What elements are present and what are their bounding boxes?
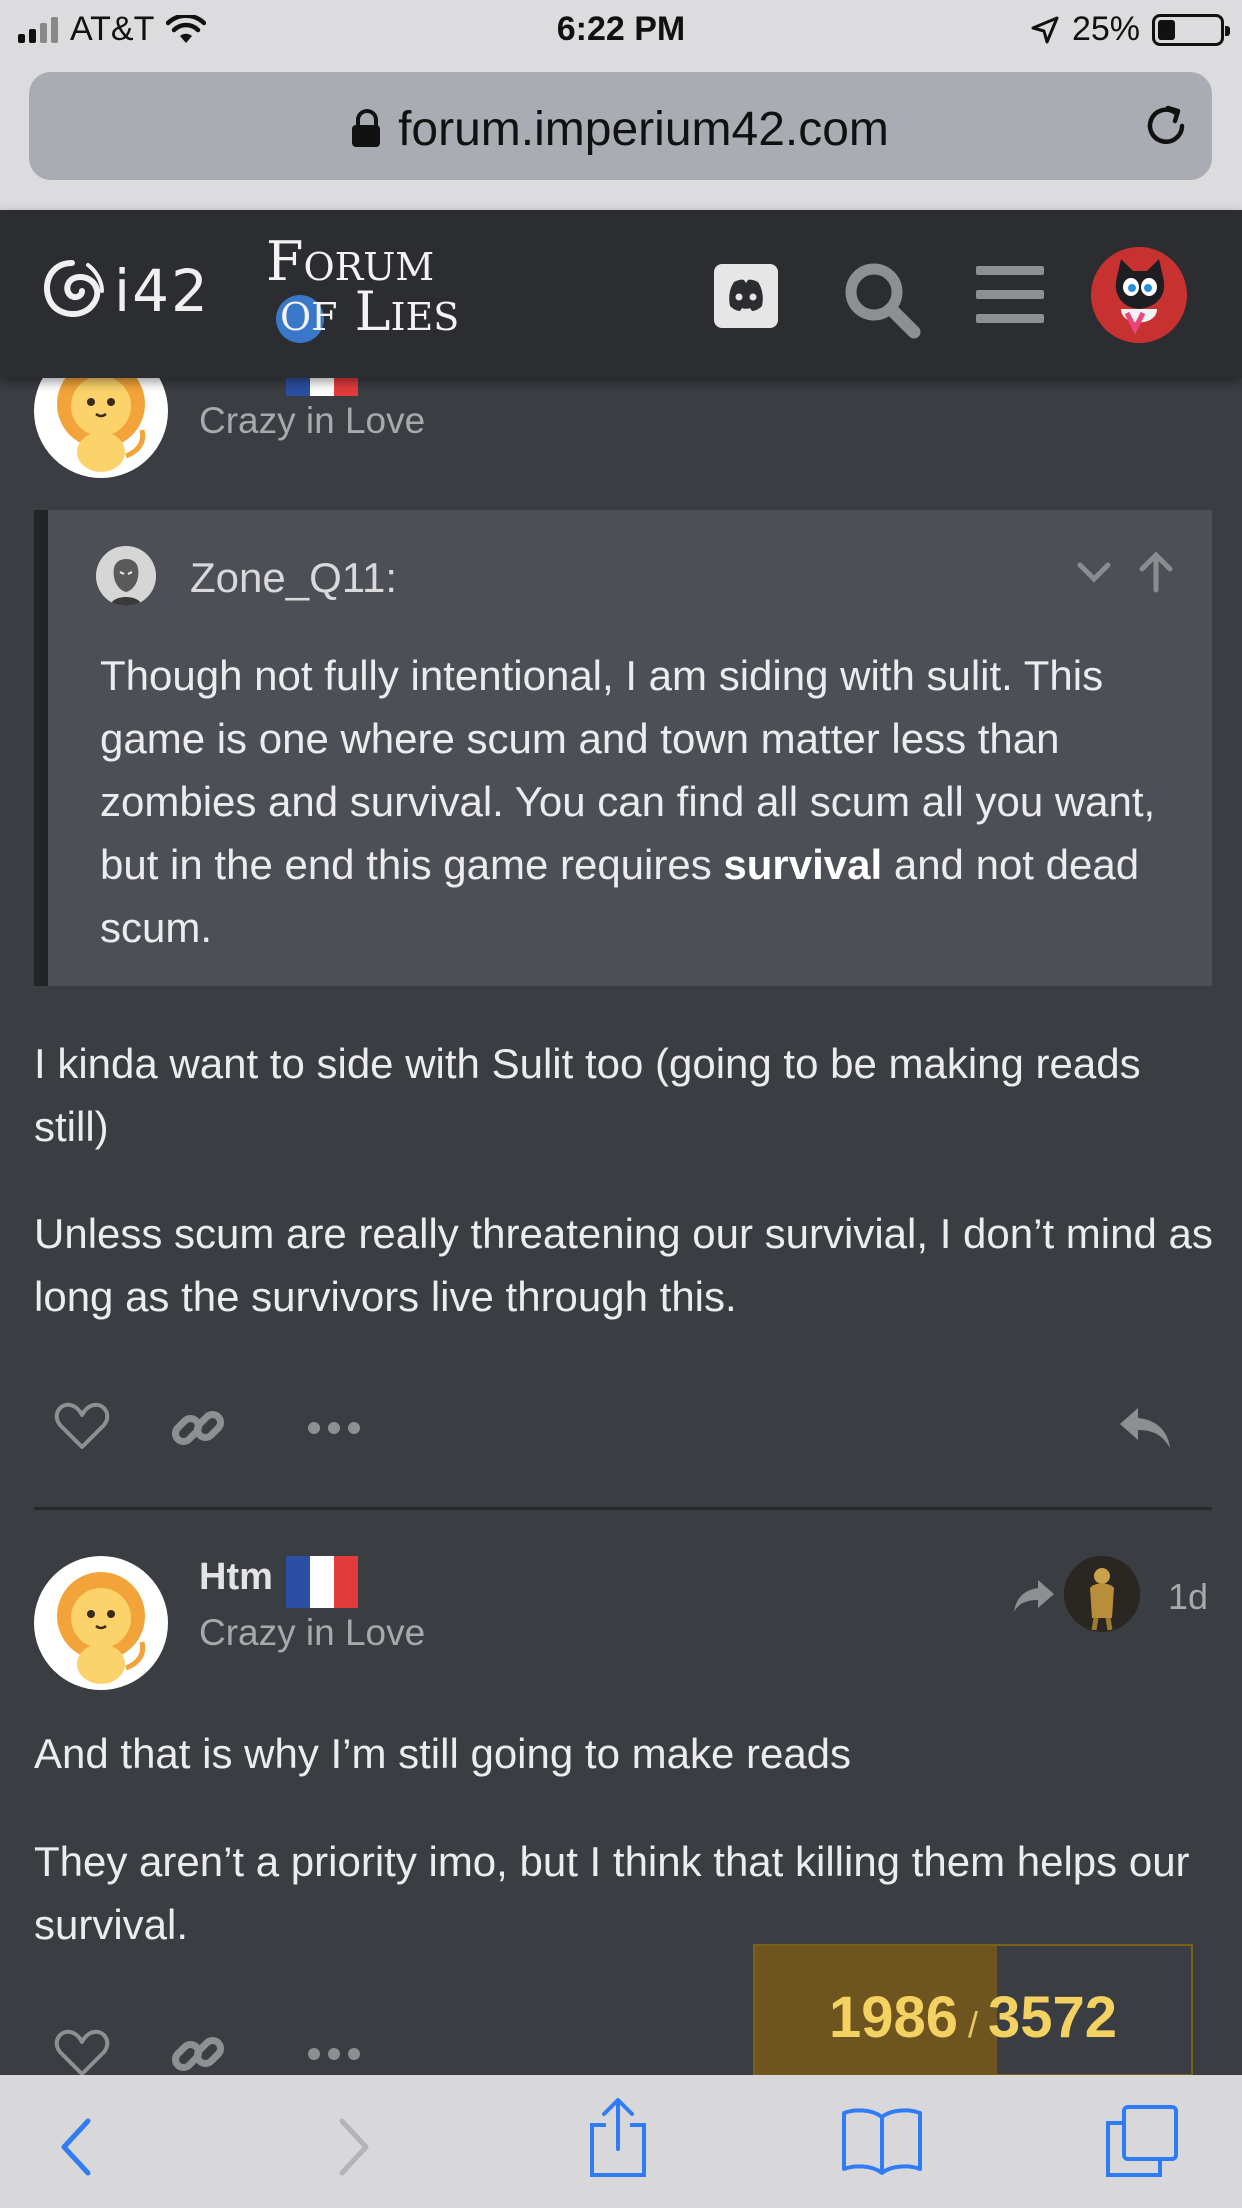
- like-heart-icon[interactable]: [54, 1401, 110, 1451]
- username[interactable]: Htm: [199, 1556, 273, 1599]
- reply-to-avatar[interactable]: [1064, 1556, 1140, 1632]
- quote-text: Though not fully intentional, I am sidin…: [100, 652, 1156, 951]
- post-paragraph: Unless scum are really threatening our s…: [34, 1210, 1213, 1320]
- sketch-avatar-icon: [96, 546, 156, 606]
- topic-progress[interactable]: 1986/3572: [753, 1944, 1193, 2076]
- reload-icon[interactable]: [1142, 102, 1190, 150]
- chevron-down-icon[interactable]: [1072, 550, 1116, 594]
- like-heart-icon[interactable]: [54, 2028, 110, 2078]
- arrow-up-icon[interactable]: [1134, 550, 1178, 594]
- post-paragraph: And that is why I’m still going to make …: [34, 1730, 852, 1777]
- progress-current: 1986: [828, 1985, 958, 2050]
- quote-block: Zone_Q11: Though not fully intentional, …: [34, 510, 1212, 986]
- swirl-logo-icon: [43, 260, 104, 317]
- address-bar[interactable]: forum.imperium42.com: [29, 72, 1212, 180]
- more-options-icon[interactable]: [306, 2044, 362, 2064]
- battery-percent: 25%: [1071, 10, 1140, 48]
- location-arrow-icon: [1031, 16, 1059, 43]
- user-title: Crazy in Love: [199, 400, 426, 441]
- post-paragraph: I kinda want to side with Sulit too (goi…: [34, 1040, 1141, 1150]
- reply-to-arrow-icon[interactable]: [1012, 1576, 1056, 1614]
- status-bar: AT&T 6:22 PM 25%: [0, 0, 1242, 62]
- progress-total: 3572: [988, 1985, 1118, 2050]
- post-paragraph: They aren’t a priority imo, but I think …: [34, 1838, 1190, 1948]
- share-icon[interactable]: [586, 2097, 650, 2179]
- reply-icon[interactable]: [1116, 1404, 1174, 1452]
- forward-icon[interactable]: [334, 2115, 374, 2179]
- more-options-icon[interactable]: [306, 1418, 362, 1438]
- search-icon[interactable]: [840, 258, 924, 342]
- user-avatar[interactable]: [1091, 247, 1187, 343]
- lion-avatar-icon: [57, 1572, 146, 1684]
- url-text: forum.imperium42.com: [398, 103, 889, 156]
- cat-avatar-icon: [1091, 247, 1187, 343]
- progress-separator: /: [967, 2004, 978, 2045]
- browser-toolbar: [0, 2075, 1242, 2208]
- browser-address-area: forum.imperium42.com: [0, 62, 1242, 210]
- tabs-icon[interactable]: [1104, 2103, 1180, 2179]
- forum-of-lies-logo[interactable]: Forum of Lies: [266, 235, 506, 343]
- author-avatar[interactable]: [34, 1556, 168, 1690]
- user-title: Crazy in Love: [199, 1612, 426, 1653]
- quoted-username[interactable]: Zone_Q11:: [190, 554, 397, 602]
- hamburger-menu-icon[interactable]: [974, 262, 1046, 328]
- lock-icon: [352, 109, 381, 147]
- post-date[interactable]: 1d: [1168, 1576, 1208, 1618]
- back-icon[interactable]: [56, 2115, 96, 2179]
- quoted-user-avatar[interactable]: [96, 546, 156, 606]
- golden-figure-avatar-icon: [1064, 1556, 1140, 1632]
- post-divider: [34, 1507, 1212, 1510]
- battery-icon: [1152, 13, 1230, 46]
- i42-logo[interactable]: i42: [36, 255, 210, 327]
- forum-header: i42 Forum of Lies: [0, 210, 1242, 378]
- link-icon[interactable]: [170, 1400, 226, 1456]
- logo-line-2: of Lies: [280, 280, 460, 343]
- bookmarks-icon[interactable]: [840, 2105, 924, 2175]
- i42-logo-text: i42: [114, 257, 210, 325]
- link-icon[interactable]: [170, 2026, 226, 2082]
- discord-icon[interactable]: [712, 262, 780, 330]
- france-flag-icon: [286, 1556, 358, 1608]
